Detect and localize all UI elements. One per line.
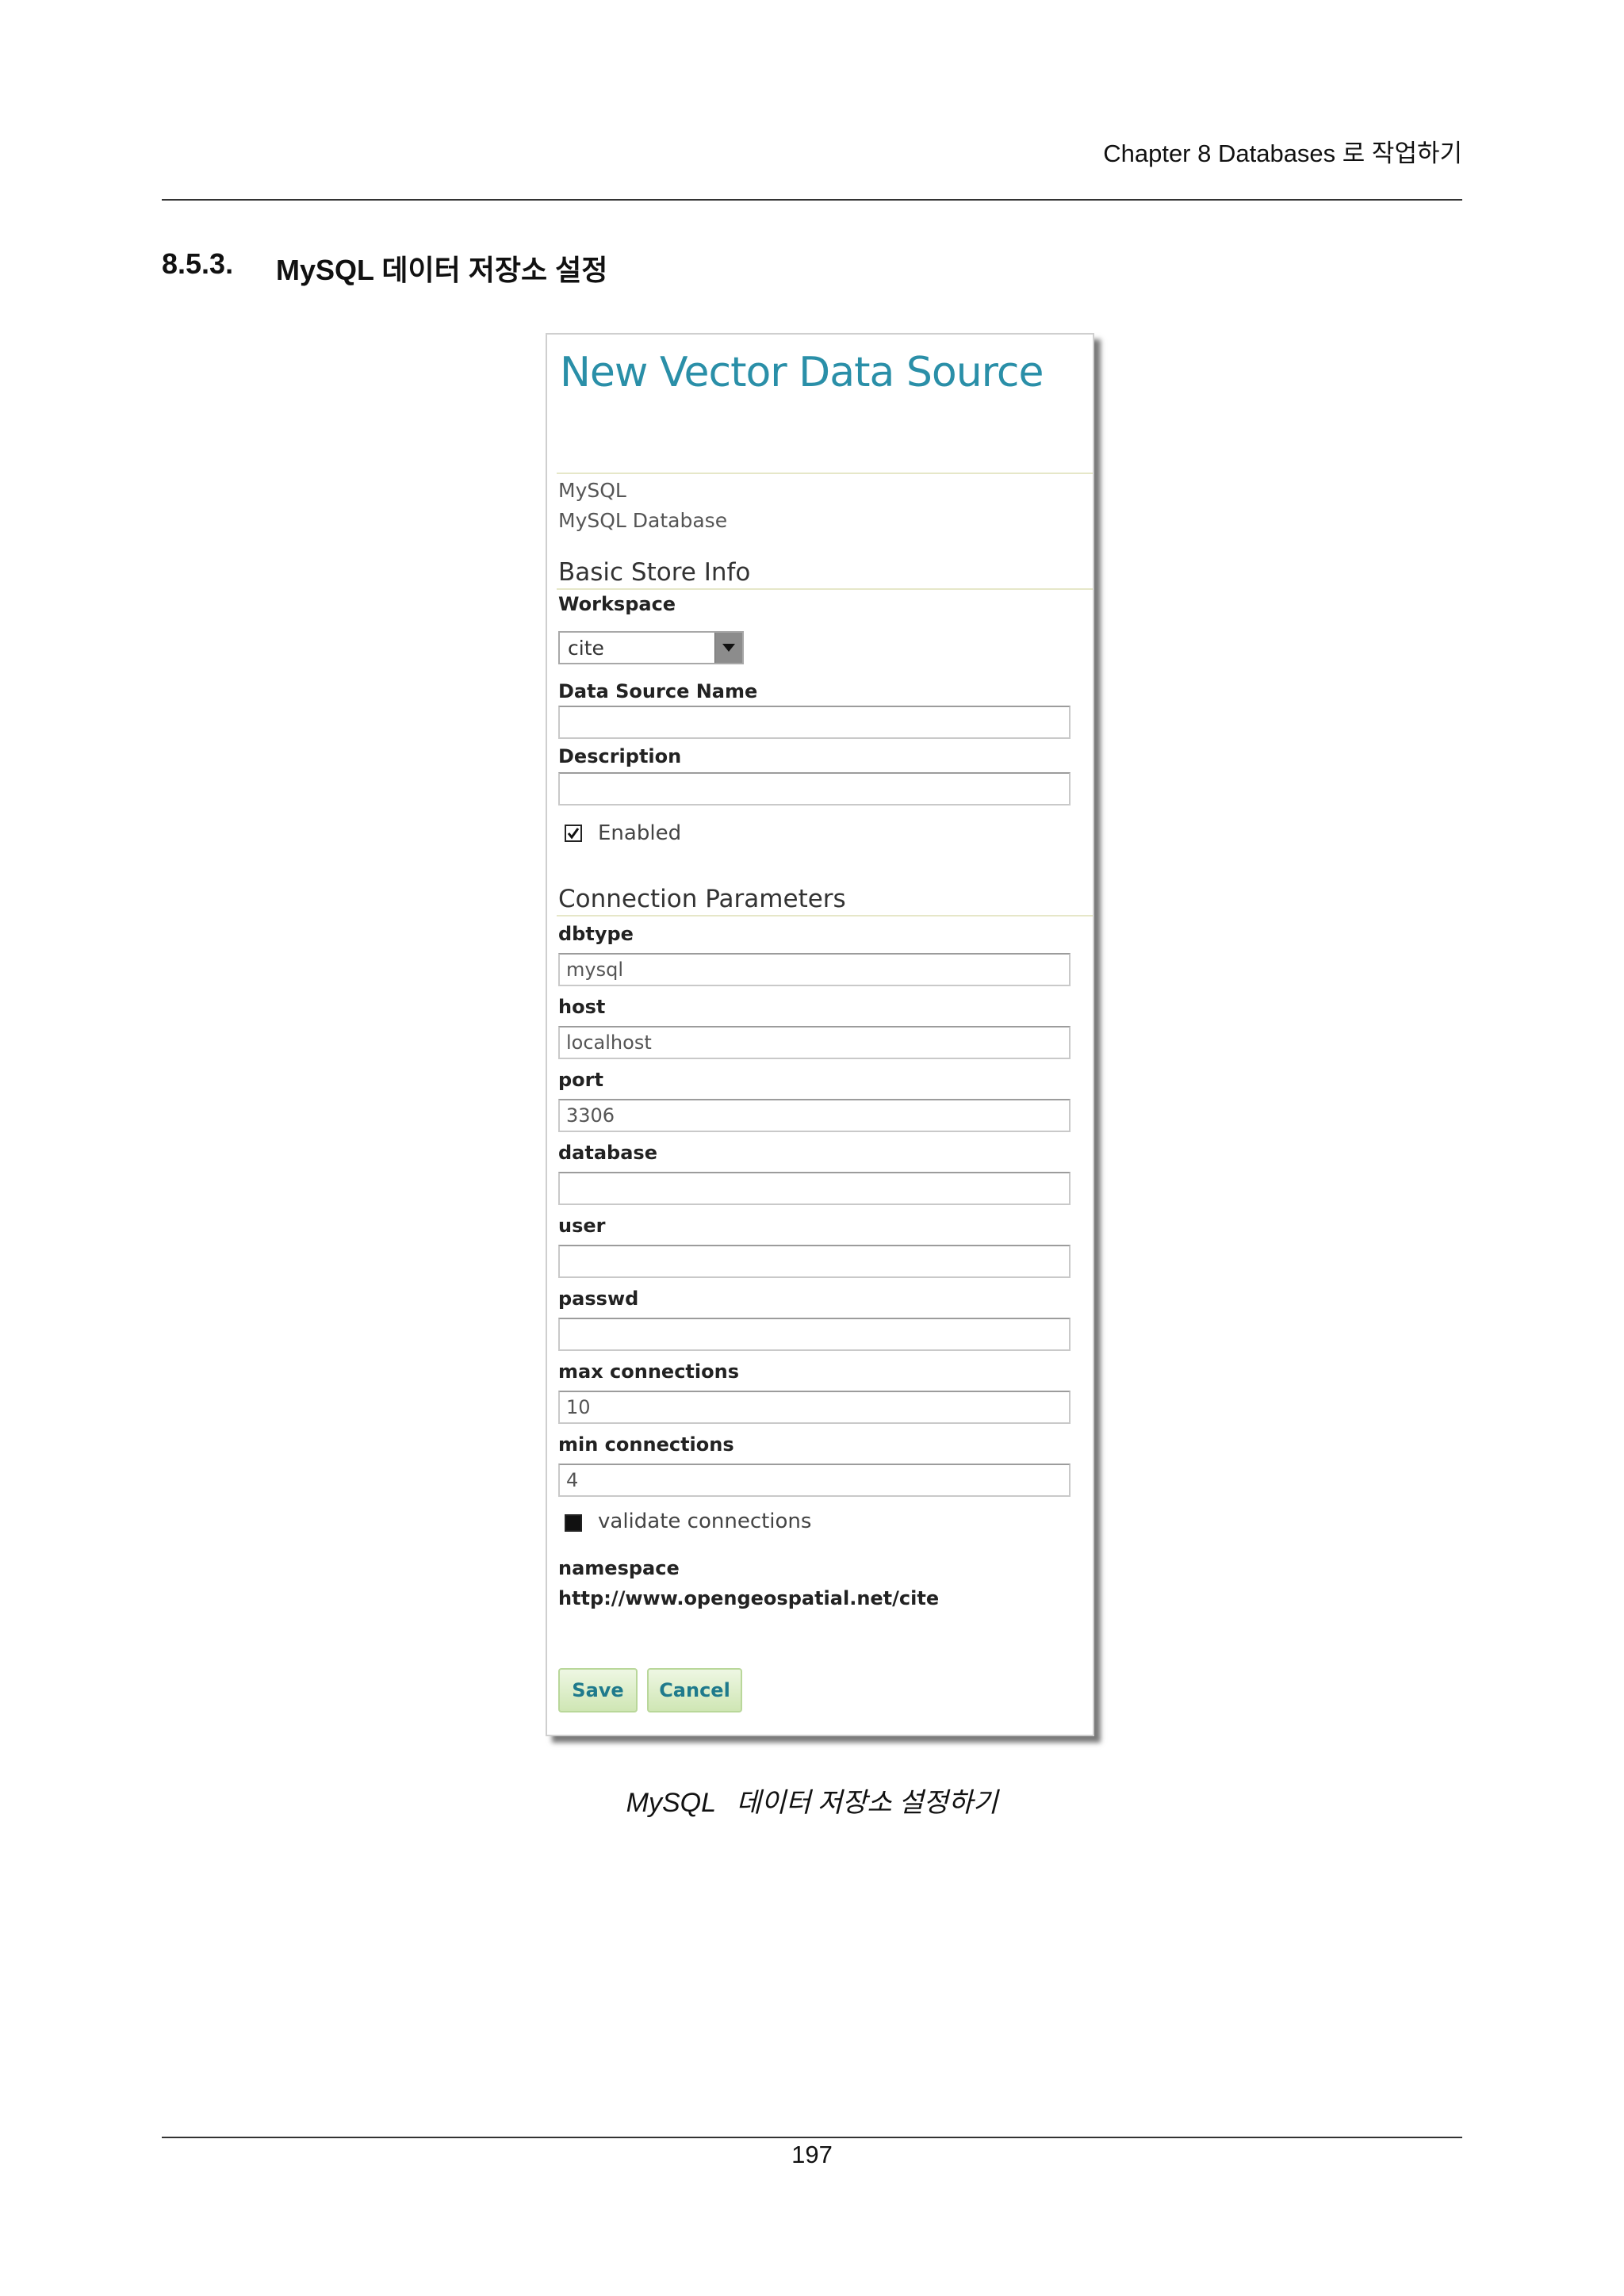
validate-connections-label: validate connections [598,1510,812,1533]
new-vector-data-source-panel: New Vector Data Source MySQL MySQL Datab… [546,333,1094,1736]
dbtype-label: dbtype [558,923,634,945]
passwd-input[interactable] [558,1318,1071,1351]
running-header: Chapter 8 Databases 로 작업하기 [1103,140,1462,167]
host-input[interactable] [558,1026,1071,1059]
connection-divider [557,915,1093,916]
figure-caption: MySQL 데이터 저장소 설정하기 [0,1781,1624,1820]
title-divider [557,473,1093,474]
basic-store-info-heading: Basic Store Info [558,558,751,587]
store-type: MySQL [558,479,626,502]
validate-connections-checkbox[interactable] [565,1514,582,1532]
min-connections-label: min connections [558,1433,734,1456]
database-label: database [558,1142,657,1164]
data-source-name-input[interactable] [558,706,1071,739]
namespace-value: http://www.opengeospatial.net/cite [558,1587,940,1609]
section-heading: 8.5.3. MySQL 데이터 저장소 설정 [162,247,607,289]
workspace-select[interactable]: cite [558,631,744,664]
port-input[interactable] [558,1099,1071,1132]
footer-rule [162,2137,1462,2138]
host-label: host [558,996,606,1018]
max-connections-label: max connections [558,1360,739,1383]
save-button[interactable]: Save [558,1668,638,1712]
section-number: 8.5.3. [162,247,234,280]
connection-parameters-heading: Connection Parameters [558,885,846,913]
workspace-label: Workspace [558,593,676,615]
database-input[interactable] [558,1172,1071,1205]
passwd-label: passwd [558,1288,639,1310]
store-description: MySQL Database [558,509,728,532]
page-number: 197 [791,2141,833,2168]
max-connections-input[interactable] [558,1391,1071,1424]
section-title: MySQL 데이터 저장소 설정 [276,254,608,286]
dbtype-input[interactable] [558,953,1071,986]
description-label: Description [558,745,682,767]
chevron-down-icon[interactable] [714,633,742,663]
form-title: New Vector Data Source [560,349,1044,396]
description-input[interactable] [558,772,1071,806]
user-input[interactable] [558,1245,1071,1278]
caption-korean: 데이터 저장소 설정하기 [736,1789,998,1818]
header-rule [162,199,1462,201]
user-label: user [558,1215,606,1237]
caption-latin: MySQL [626,1788,717,1818]
port-label: port [558,1069,603,1091]
data-source-name-label: Data Source Name [558,680,758,702]
namespace-label: namespace [558,1557,680,1579]
workspace-value: cite [568,637,604,660]
min-connections-input[interactable] [558,1464,1071,1497]
basic-divider [557,588,1093,590]
enabled-label: Enabled [598,821,682,845]
cancel-button[interactable]: Cancel [647,1668,742,1712]
enabled-checkbox[interactable] [565,825,582,842]
